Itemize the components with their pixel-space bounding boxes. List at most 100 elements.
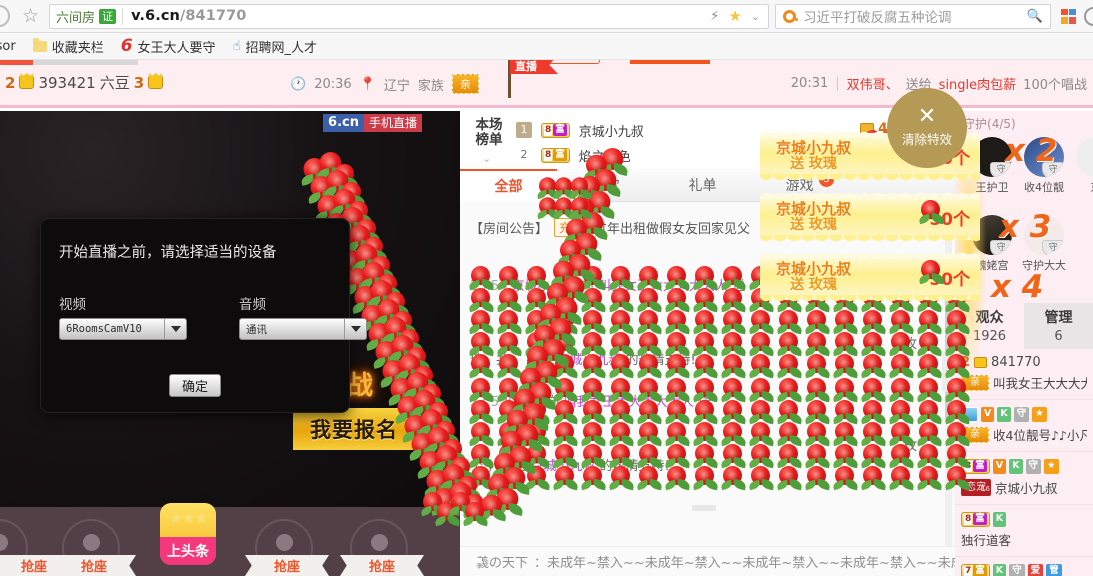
message-thanks-name[interactable]: 京城小九叔	[530, 459, 595, 474]
six-logo-icon: 6	[120, 36, 133, 56]
search-icon[interactable]: 🔍	[1027, 9, 1043, 24]
chevron-down-icon[interactable]	[164, 319, 186, 339]
chevron-down-icon[interactable]: ⌄	[751, 10, 760, 23]
url-path: /841770	[179, 8, 247, 24]
browser-toolbar: ☆ 六间房 证 v.6.cn/841770 ⚡ ★ ⌄ 习近平打破反腐五种论调 …	[0, 0, 1093, 33]
clear-effects-button[interactable]: ✕ 清除特效	[887, 88, 967, 168]
bookmark-item-jobs[interactable]: ☝ 招聘网_人才	[233, 37, 317, 56]
message-thanks-name[interactable]: 京城小九叔	[556, 353, 621, 368]
search-bar[interactable]: 习近平打破反腐五种论调 🔍	[775, 3, 1051, 29]
bookmark-item-isor[interactable]: isor	[0, 39, 16, 54]
rank-row[interactable]: 2 8 富 焰之绯色	[516, 144, 631, 166]
badge-love: 爱	[1027, 563, 1044, 576]
wealth-level: 8	[964, 460, 973, 472]
video-device-value: 6RoomsCamV10	[66, 323, 142, 335]
message-preposition: 向	[546, 395, 560, 410]
search-placeholder: 习近平打破反腐五种论调	[803, 10, 952, 26]
extension-icon[interactable]	[1084, 6, 1093, 26]
bookmark-item-queen[interactable]: 6 女王大人要守	[121, 36, 216, 56]
tab-song-request[interactable]: 点歌	[557, 175, 654, 195]
footer-user[interactable]: 義の天下	[476, 552, 528, 571]
windows-logo-icon[interactable]	[1061, 8, 1076, 24]
list-item[interactable]: 8 富 V K 守 ★ 恋宠 16 京城小九叔	[955, 452, 1093, 505]
room-meta: 🕐 20:36 📍 辽宁 家族 亲	[290, 74, 479, 94]
audience-list: 2 841770 亲 叫我女王大大大大 V K 守 ★ 亲	[955, 349, 1093, 576]
audio-device-value: 通讯	[246, 323, 267, 336]
float-word: 玫	[904, 439, 918, 454]
user-id: 841770	[991, 355, 1041, 370]
panel-collapse-toggle[interactable]: ›	[942, 352, 953, 392]
address-bar[interactable]: 六间房 证 v.6.cn/841770 ⚡ ★ ⌄	[49, 3, 770, 29]
user-badges: V K 守 ★	[961, 406, 1087, 422]
wealth-badge: 8 富	[961, 511, 990, 527]
message-tail: 的热情支持!	[599, 459, 670, 474]
message-sender[interactable]: 小九叔	[503, 395, 542, 410]
wealth-char: 富	[553, 124, 567, 136]
grab-seat-button[interactable]: 抢座	[340, 555, 424, 576]
message-tail: 的热情支持!	[625, 353, 696, 368]
wealth-char: 富	[553, 149, 567, 161]
bookmark-item-folder[interactable]: 收藏夹栏	[32, 37, 104, 56]
url-domain: v.6.cn	[131, 8, 180, 24]
combo-multiplier: x 4	[991, 269, 1044, 305]
guard-count-label: (4/5)	[987, 117, 1016, 131]
avatar: 守	[1076, 137, 1093, 177]
stars-icon: ★★★	[169, 509, 207, 527]
video-label: 视频	[59, 297, 86, 313]
bookmark-star-icon[interactable]: ☆	[22, 6, 39, 26]
header-primary-button[interactable]	[630, 60, 710, 64]
user-name: 收4位靓号♪♪小凡	[993, 428, 1087, 443]
chat-message-row: 23:54 京城小九叔 向 叫我女王大大大大大人 送	[470, 275, 745, 294]
list-item[interactable]: 8 富 K 独行道客	[955, 505, 1093, 557]
recharge-chip[interactable]: 充值	[554, 218, 589, 237]
crown-icon	[19, 76, 35, 89]
rank-user-name: 焰之绯色	[578, 149, 631, 165]
badge-v: V	[981, 406, 995, 422]
tab-all[interactable]: 全部	[460, 168, 557, 202]
message-target[interactable]: 叫我女王大大大大大人	[598, 279, 728, 294]
mobile-live-badge: 6.cn 手机直播	[323, 114, 422, 132]
back-button[interactable]	[0, 5, 10, 27]
chevron-down-icon[interactable]: ⌄	[482, 152, 491, 165]
lightning-icon[interactable]: ⚡	[710, 9, 719, 24]
rank-title: 本场 榜单	[470, 118, 508, 148]
badge-k: K	[992, 563, 1007, 576]
signup-button[interactable]: 我要报名	[293, 408, 415, 450]
kin-badge: 亲	[961, 426, 989, 443]
tab-admin-count: 6	[1054, 329, 1063, 344]
favorite-star-icon[interactable]: ★	[728, 7, 741, 25]
rank-index: 1	[516, 122, 532, 138]
confirm-button[interactable]: 确定	[169, 374, 221, 397]
hand-icon: ☝	[232, 38, 241, 54]
room-family: 家族	[417, 78, 444, 94]
badge-guard: 守	[1025, 458, 1042, 474]
gift-sender-name: 京城小九叔	[776, 139, 852, 157]
message-continuation: 个	[470, 459, 484, 474]
grab-seat-button[interactable]: 抢座	[52, 555, 136, 576]
message-target[interactable]: 叫我女王大大大大大人	[564, 395, 694, 410]
guard-item[interactable]: 守 京	[1073, 137, 1093, 195]
wealth-badge: 8 富	[961, 458, 990, 474]
gift-count: 50个	[929, 269, 970, 290]
list-item[interactable]: 7 富 K 守 爱 管 女王护卫╋=猴哥	[955, 557, 1093, 576]
video-device-select[interactable]: 6RoomsCamV10	[59, 318, 187, 340]
url-text: v.6.cn/841770	[131, 8, 246, 24]
tab-gift-list[interactable]: 礼单	[654, 175, 751, 195]
rank-row[interactable]: 1 8 富 京城小九叔	[516, 119, 644, 141]
grab-seat-button[interactable]: 抢座	[245, 555, 329, 576]
message-sender[interactable]: 京城小九叔	[512, 279, 577, 294]
list-item[interactable]: V K 守 ★ 亲 收4位靓号♪♪小凡	[955, 400, 1093, 452]
user-wealth-info: 2 393421 六豆 3	[5, 72, 164, 93]
tab-admin[interactable]: 管理 6	[1024, 303, 1093, 349]
wealth-badge: 8 富	[541, 122, 570, 138]
level-progress-track	[0, 60, 138, 65]
gift-action: 送 玫瑰	[790, 217, 837, 233]
audio-device-select[interactable]: 通讯	[239, 318, 367, 340]
resize-handle[interactable]	[692, 505, 716, 511]
level-left-value: 2	[5, 73, 16, 92]
chevron-down-icon[interactable]	[344, 319, 366, 339]
headline-button[interactable]: ★★★ 上头条	[160, 503, 216, 565]
coin-amount: 393421	[38, 73, 96, 92]
wealth-char: 富	[973, 513, 987, 525]
gift-banner: 京城小九叔 送 玫瑰 50个	[760, 189, 980, 245]
